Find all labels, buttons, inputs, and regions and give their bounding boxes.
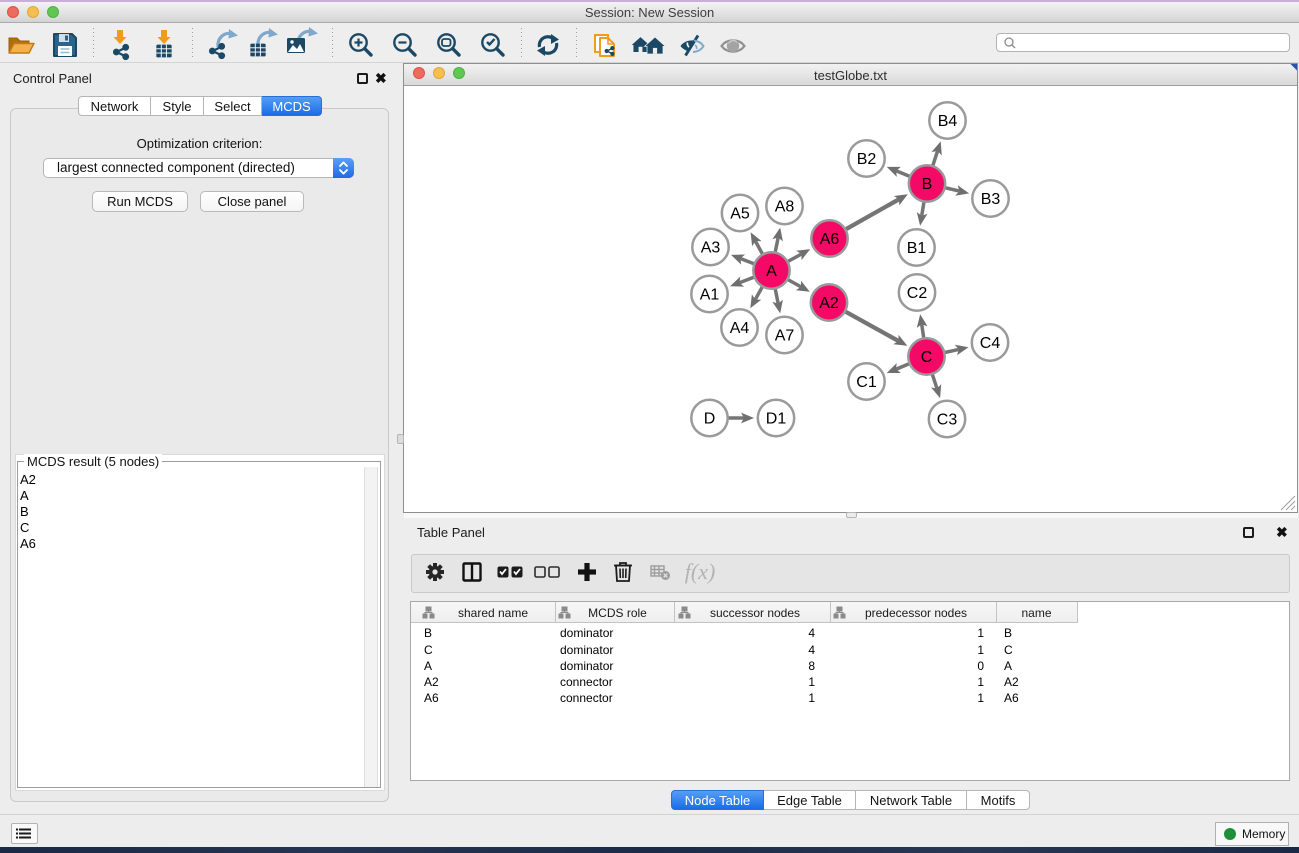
svg-text:B2: B2 bbox=[857, 151, 877, 168]
svg-text:A2: A2 bbox=[819, 295, 839, 312]
svg-text:B4: B4 bbox=[938, 113, 958, 130]
svg-text:A8: A8 bbox=[775, 199, 795, 216]
svg-text:B: B bbox=[922, 176, 933, 193]
svg-text:A3: A3 bbox=[701, 240, 721, 257]
svg-text:f(x): f(x) bbox=[685, 559, 716, 584]
svg-text:C2: C2 bbox=[907, 285, 928, 302]
svg-text:A1: A1 bbox=[700, 287, 720, 304]
svg-text:A7: A7 bbox=[775, 328, 795, 345]
svg-text:C: C bbox=[921, 349, 933, 366]
svg-text:A: A bbox=[766, 263, 777, 280]
svg-text:C3: C3 bbox=[937, 412, 958, 429]
svg-text:D1: D1 bbox=[766, 411, 787, 428]
svg-text:A5: A5 bbox=[730, 206, 750, 223]
svg-text:A4: A4 bbox=[730, 320, 750, 337]
svg-text:A6: A6 bbox=[820, 231, 840, 248]
svg-text:B1: B1 bbox=[907, 240, 927, 257]
svg-text:B3: B3 bbox=[981, 191, 1001, 208]
svg-text:C1: C1 bbox=[856, 374, 877, 391]
svg-text:D: D bbox=[704, 411, 716, 428]
svg-text:C4: C4 bbox=[980, 335, 1001, 352]
